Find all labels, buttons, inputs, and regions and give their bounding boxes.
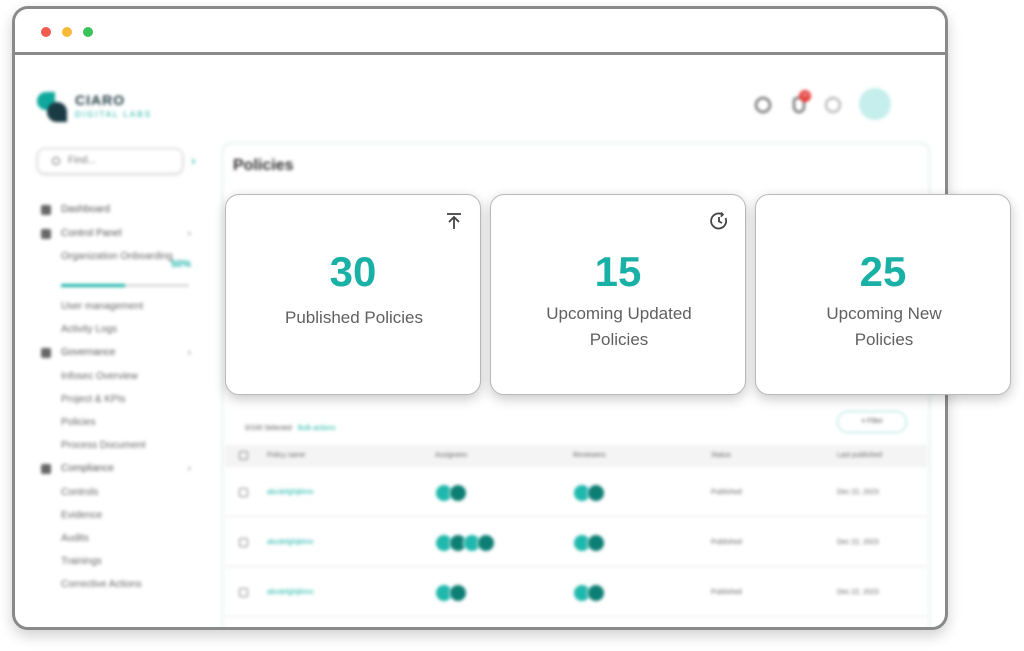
window-titlebar xyxy=(15,9,945,55)
chevron-right-icon: › xyxy=(187,463,191,474)
sidebar-item-trainings[interactable]: Trainings xyxy=(37,550,197,573)
notification-badge: 10 xyxy=(799,90,811,102)
search-placeholder: Find... xyxy=(68,155,96,166)
last-published: Dec 22, 2023 xyxy=(837,539,879,546)
shield-icon xyxy=(41,464,51,474)
brand-logo[interactable]: CIARO DIGITAL LABS xyxy=(35,90,185,126)
chevron-right-icon: › xyxy=(187,347,191,358)
sidebar-item-label: Governance xyxy=(61,347,116,358)
status-badge: Published xyxy=(711,589,742,596)
onboarding-percent: 50% xyxy=(170,259,191,270)
maximize-window-button[interactable] xyxy=(83,27,93,37)
sidebar-item-compliance[interactable]: Compliance › xyxy=(37,457,197,481)
sidebar-item-user-management[interactable]: User management xyxy=(37,295,197,318)
table-row[interactable]: abcdefghijklmn Published Dec 22, 2023 xyxy=(225,569,927,617)
published-policies-count: 30 xyxy=(329,248,377,295)
home-icon xyxy=(41,205,51,215)
sidebar-item-label: Compliance xyxy=(61,463,114,474)
sidebar-item-label: Control Panel xyxy=(61,228,122,239)
select-all-checkbox[interactable] xyxy=(239,451,248,460)
table-header: Policy name Assignees Reviewers Status L… xyxy=(225,445,927,467)
row-checkbox[interactable] xyxy=(239,488,248,497)
brand-sub: DIGITAL LABS xyxy=(75,110,152,119)
filter-label: Filter xyxy=(867,418,883,425)
onboarding-progress-fill xyxy=(61,284,125,287)
sidebar-item-evidence[interactable]: Evidence xyxy=(37,504,197,527)
sidebar: Dashboard Control Panel › Organization On… xyxy=(37,198,197,596)
bulk-actions-link[interactable]: Bulk actions xyxy=(298,425,336,432)
sidebar-item-control-panel[interactable]: Control Panel › xyxy=(37,222,197,246)
published-policies-card[interactable]: 30 Published Policies xyxy=(225,194,481,395)
column-header[interactable]: Last published xyxy=(837,445,882,467)
power-icon[interactable] xyxy=(755,97,771,113)
selection-summary: 0/100 Selected Bulk actions xyxy=(245,425,335,432)
close-window-button[interactable] xyxy=(41,27,51,37)
filter-button[interactable]: ≡ Filter xyxy=(837,411,907,433)
sidebar-item-activity-logs[interactable]: Activity Logs xyxy=(37,318,197,341)
search-input[interactable]: Find... xyxy=(37,148,183,174)
last-published: Dec 22, 2023 xyxy=(837,589,879,596)
row-checkbox[interactable] xyxy=(239,588,248,597)
upcoming-new-policies-count: 25 xyxy=(859,248,907,295)
history-icon xyxy=(710,211,727,230)
sidebar-item-dashboard[interactable]: Dashboard xyxy=(37,198,197,222)
policy-name-link[interactable]: abcdefghijklmn xyxy=(267,569,314,617)
upcoming-new-policies-card[interactable]: 25 Upcoming New Policies xyxy=(755,194,1011,395)
row-checkbox[interactable] xyxy=(239,538,248,547)
table-row[interactable]: abcdefghijklmn Published Dec 22, 2023 xyxy=(225,519,927,567)
last-published: Dec 22, 2023 xyxy=(837,489,879,496)
sidebar-item-policies[interactable]: Policies xyxy=(37,411,197,434)
column-header[interactable]: Policy name xyxy=(267,445,305,467)
chevron-right-icon: › xyxy=(187,228,191,239)
brand-name: CIARO xyxy=(75,92,126,108)
upcoming-updated-policies-count: 15 xyxy=(594,248,642,295)
sidebar-item-infosec-overview[interactable]: Infosec Overview xyxy=(37,365,197,388)
column-header[interactable]: Reviewers xyxy=(573,445,606,467)
collapse-sidebar-icon[interactable]: › xyxy=(191,152,196,168)
upcoming-updated-policies-card[interactable]: 15 Upcoming Updated Policies xyxy=(490,194,746,395)
sidebar-item-controls[interactable]: Controls xyxy=(37,481,197,504)
status-badge: Published xyxy=(711,489,742,496)
header-actions: 10 xyxy=(755,88,905,124)
sidebar-item-audits[interactable]: Audits xyxy=(37,527,197,550)
search-icon xyxy=(52,157,60,165)
page-title: Policies xyxy=(233,157,294,174)
upload-icon xyxy=(447,213,461,229)
sidebar-item-process-document[interactable]: Process Document xyxy=(37,434,197,457)
column-header[interactable]: Assignees xyxy=(435,445,467,467)
table-row[interactable]: abcdefghijklmn Published Dec 22, 2023 xyxy=(225,469,927,517)
logo-mark-icon xyxy=(35,90,69,124)
sidebar-item-label: Organization Onboarding xyxy=(61,251,173,262)
document-icon xyxy=(41,348,51,358)
sidebar-item-governance[interactable]: Governance › xyxy=(37,341,197,365)
upcoming-new-policies-label: Upcoming New Policies xyxy=(826,304,942,349)
gear-icon[interactable] xyxy=(825,97,841,113)
selected-count: 0/100 Selected xyxy=(245,425,292,432)
status-badge: Published xyxy=(711,539,742,546)
minimize-window-button[interactable] xyxy=(62,27,72,37)
sidebar-item-label: Dashboard xyxy=(61,204,110,215)
onboarding-progress xyxy=(61,284,189,287)
policy-name-link[interactable]: abcdefghijklmn xyxy=(267,519,314,567)
upcoming-updated-policies-label: Upcoming Updated Policies xyxy=(546,304,692,349)
sidebar-item-project-kpis[interactable]: Project & KPIs xyxy=(37,388,197,411)
column-header[interactable]: Status xyxy=(711,445,731,467)
policy-name-link[interactable]: abcdefghijklmn xyxy=(267,469,314,517)
sidebar-item-corrective-actions[interactable]: Corrective Actions xyxy=(37,573,197,596)
avatar[interactable] xyxy=(859,88,891,120)
sidebar-item-org-onboarding[interactable]: Organization Onboarding 50% xyxy=(37,250,197,282)
published-policies-label: Published Policies xyxy=(285,308,423,327)
panel-icon xyxy=(41,229,51,239)
